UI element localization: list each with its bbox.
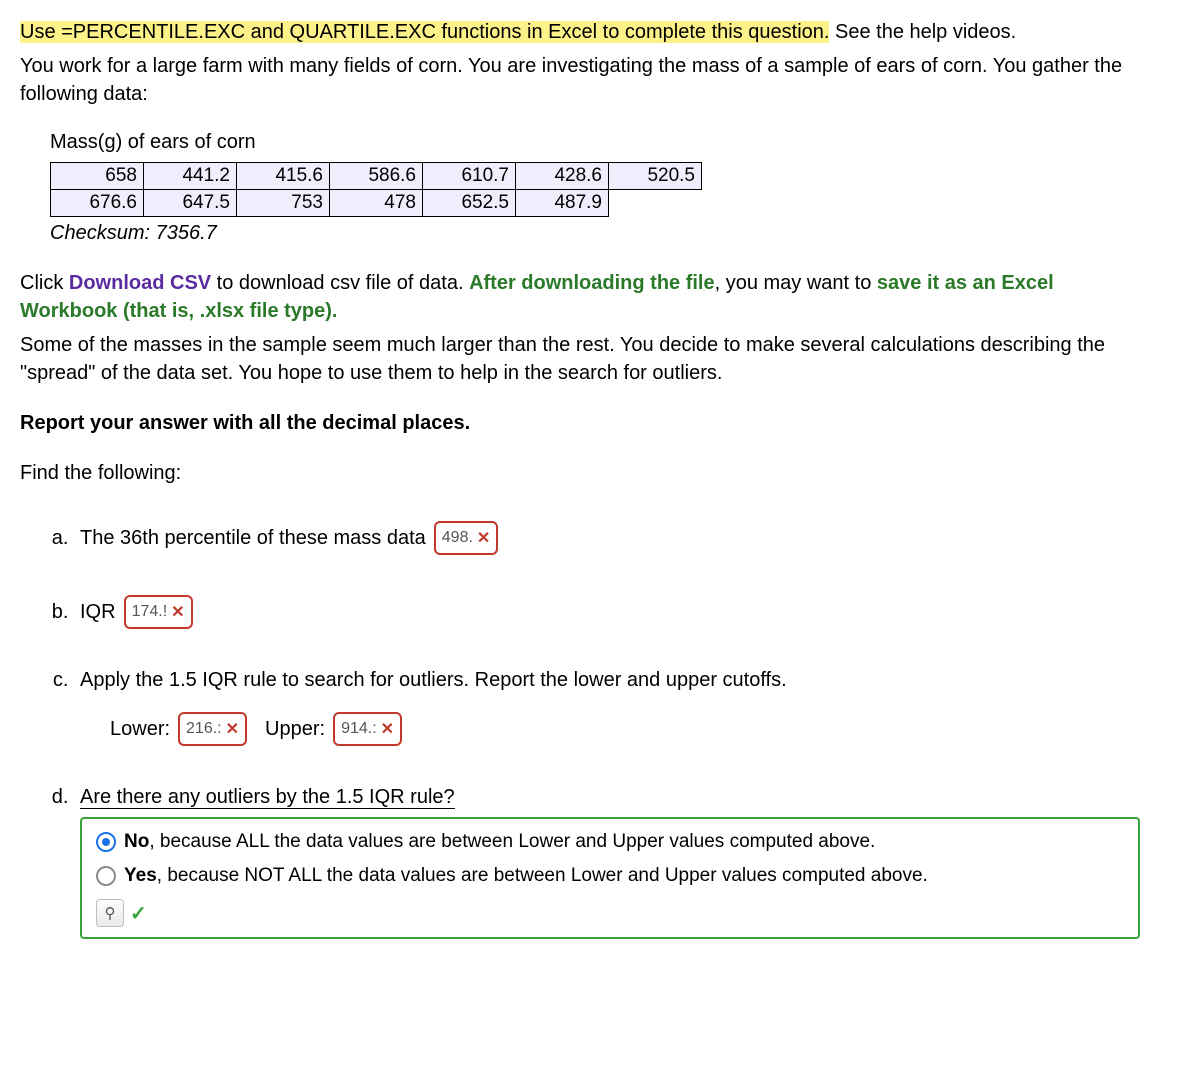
- data-cell: 478: [330, 190, 423, 217]
- qc-lower-answer-box[interactable]: 216.: ✕: [178, 712, 247, 746]
- table-title: Mass(g) of ears of corn: [50, 128, 1140, 156]
- data-cell: 753: [237, 190, 330, 217]
- data-cell: 428.6: [516, 163, 609, 190]
- data-cell: 415.6: [237, 163, 330, 190]
- data-cell: 441.2: [144, 163, 237, 190]
- checksum-text: Checksum: 7356.7: [50, 219, 1140, 247]
- table-row: 676.6 647.5 753 478 652.5 487.9: [51, 190, 702, 217]
- data-cell: 647.5: [144, 190, 237, 217]
- qc-upper-label: Upper:: [265, 718, 325, 741]
- data-cell: 487.9: [516, 190, 609, 217]
- data-cell: 610.7: [423, 163, 516, 190]
- table-row: 658 441.2 415.6 586.6 610.7 428.6 520.5: [51, 163, 702, 190]
- qc-upper-value: 914.:: [341, 720, 377, 738]
- radio-selected-icon: [96, 832, 116, 852]
- download-csv-link[interactable]: Download CSV: [69, 272, 211, 294]
- find-label: Find the following:: [20, 459, 1140, 487]
- qb-text: IQR: [80, 601, 116, 624]
- qc-text: Apply the 1.5 IQR rule to search for out…: [80, 669, 1140, 692]
- radio-unselected-icon: [96, 866, 116, 886]
- qa-text: The 36th percentile of these mass data: [80, 527, 426, 550]
- qd-option-no[interactable]: No, because ALL the data values are betw…: [96, 831, 1124, 853]
- dice-icon: ⚲: [105, 904, 116, 922]
- highlighted-instruction: Use =PERCENTILE.EXC and QUARTILE.EXC fun…: [20, 21, 829, 43]
- qa-answer-box[interactable]: 498. ✕: [434, 521, 499, 555]
- x-icon: ✕: [171, 602, 184, 622]
- check-icon: ✓: [130, 901, 147, 926]
- score-button[interactable]: ⚲: [96, 899, 124, 927]
- data-cell: 652.5: [423, 190, 516, 217]
- x-icon: ✕: [477, 528, 490, 548]
- download-instruction: Click Download CSV to download csv file …: [20, 269, 1140, 325]
- data-cell: 658: [51, 163, 144, 190]
- data-cell: 586.6: [330, 163, 423, 190]
- mass-data-table: 658 441.2 415.6 586.6 610.7 428.6 520.5 …: [50, 162, 702, 217]
- qc-lower-label: Lower:: [110, 718, 170, 741]
- x-icon: ✕: [381, 719, 394, 739]
- qb-answer-box[interactable]: 174.! ✕: [124, 595, 193, 629]
- question-a: The 36th percentile of these mass data 4…: [74, 521, 1140, 555]
- qd-option-yes[interactable]: Yes, because NOT ALL the data values are…: [96, 865, 1124, 887]
- qd-text: Are there any outliers by the 1.5 IQR ru…: [80, 786, 455, 809]
- question-c: Apply the 1.5 IQR rule to search for out…: [74, 669, 1140, 746]
- qa-answer-value: 498.: [442, 529, 473, 547]
- qc-upper-answer-box[interactable]: 914.: ✕: [333, 712, 402, 746]
- question-b: IQR 174.! ✕: [74, 595, 1140, 629]
- intro-line2: You work for a large farm with many fiel…: [20, 52, 1140, 108]
- qb-answer-value: 174.!: [132, 603, 168, 621]
- data-cell: 676.6: [51, 190, 144, 217]
- question-d: Are there any outliers by the 1.5 IQR ru…: [74, 786, 1140, 939]
- intro-line1: Use =PERCENTILE.EXC and QUARTILE.EXC fun…: [20, 18, 1140, 46]
- qc-lower-value: 216.:: [186, 720, 222, 738]
- spread-text: Some of the masses in the sample seem mu…: [20, 331, 1140, 387]
- report-instruction: Report your answer with all the decimal …: [20, 409, 1140, 437]
- x-icon: ✕: [226, 719, 239, 739]
- qd-radio-group: No, because ALL the data values are betw…: [80, 817, 1140, 939]
- data-cell: 520.5: [609, 163, 702, 190]
